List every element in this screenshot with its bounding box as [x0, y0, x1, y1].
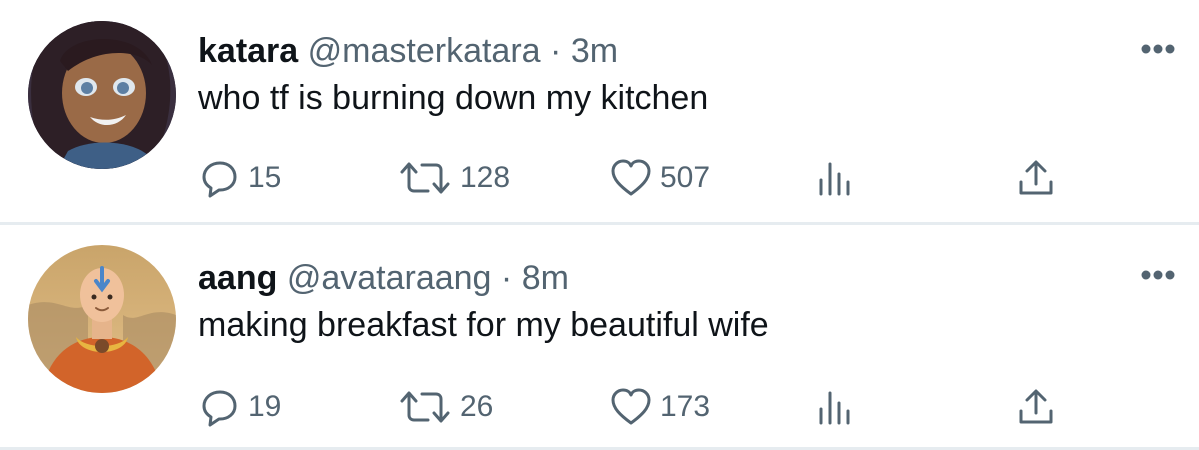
like-count: 173 — [660, 390, 711, 423]
share-button[interactable] — [1016, 387, 1056, 427]
retweet-icon — [400, 391, 450, 423]
timestamp[interactable]: 8m — [522, 259, 569, 297]
views-icon — [819, 391, 850, 425]
reply-icon — [202, 161, 237, 198]
timestamp[interactable]: 3m — [571, 32, 618, 70]
tweet-text: who tf is burning down my kitchen — [198, 79, 709, 117]
retweet-button[interactable]: 26 — [398, 387, 493, 427]
avatar[interactable] — [28, 245, 176, 393]
tweet-header: aang @avataraang · 8m — [198, 258, 569, 298]
heart-icon — [611, 388, 651, 425]
views-button[interactable] — [815, 158, 855, 198]
share-icon — [1019, 389, 1053, 424]
more-icon — [1141, 44, 1175, 54]
display-name[interactable]: aang — [198, 259, 277, 297]
avatar[interactable] — [28, 21, 176, 169]
reply-button[interactable]: 19 — [200, 387, 281, 427]
reply-icon — [202, 390, 237, 427]
tweet[interactable]: aang @avataraang · 8m making breakfast f… — [0, 225, 1199, 447]
separator-dot: · — [550, 32, 562, 70]
more-options-button[interactable] — [1140, 268, 1176, 280]
tweet-actions: 19 26 173 — [0, 387, 1199, 427]
views-button[interactable] — [815, 387, 855, 427]
share-button[interactable] — [1016, 158, 1056, 198]
separator-dot: · — [500, 259, 513, 297]
like-button[interactable]: 507 — [610, 158, 710, 198]
tweet-text: making breakfast for my beautiful wife — [198, 306, 769, 344]
more-options-button[interactable] — [1140, 42, 1176, 54]
username-handle[interactable]: @avataraang — [287, 259, 492, 297]
username-handle[interactable]: @masterkatara — [308, 32, 541, 70]
views-icon — [819, 162, 850, 196]
like-count: 507 — [660, 161, 711, 194]
heart-icon — [611, 159, 651, 196]
like-button[interactable]: 173 — [610, 387, 710, 427]
retweet-count: 26 — [460, 390, 494, 423]
tweet-actions: 15 128 507 — [0, 158, 1199, 198]
retweet-icon — [400, 162, 450, 194]
more-icon — [1141, 270, 1175, 280]
display-name[interactable]: katara — [198, 32, 298, 70]
reply-button[interactable]: 15 — [200, 158, 281, 198]
katara-avatar-icon — [28, 21, 176, 169]
share-icon — [1019, 160, 1053, 195]
timeline-feed: katara @masterkatara · 3m who tf is burn… — [0, 0, 1199, 450]
reply-count: 15 — [248, 161, 282, 194]
retweet-count: 128 — [460, 161, 511, 194]
tweet-header: katara @masterkatara · 3m — [198, 31, 618, 71]
retweet-button[interactable]: 128 — [398, 158, 510, 198]
tweet[interactable]: katara @masterkatara · 3m who tf is burn… — [0, 0, 1199, 222]
reply-count: 19 — [248, 390, 282, 423]
aang-avatar-icon — [28, 245, 176, 393]
